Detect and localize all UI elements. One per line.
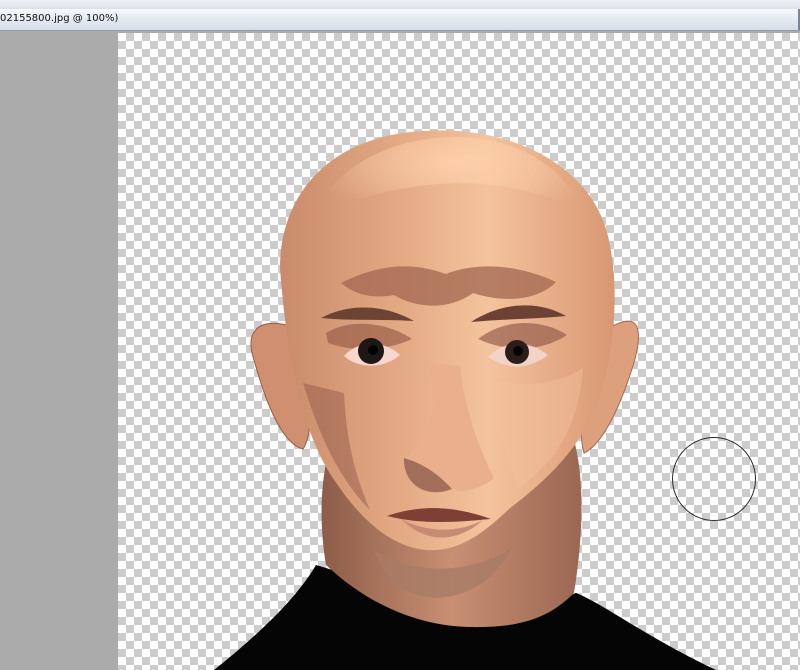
left-pupil bbox=[368, 345, 378, 355]
document-canvas[interactable] bbox=[118, 33, 800, 670]
portrait-image bbox=[214, 130, 716, 670]
document-title: 02155800.jpg @ 100%) bbox=[0, 13, 119, 24]
photoshop-workspace: 02155800.jpg @ 100%) bbox=[0, 0, 800, 670]
right-pupil bbox=[513, 346, 523, 356]
document-tab[interactable]: 02155800.jpg @ 100%) bbox=[0, 9, 800, 31]
